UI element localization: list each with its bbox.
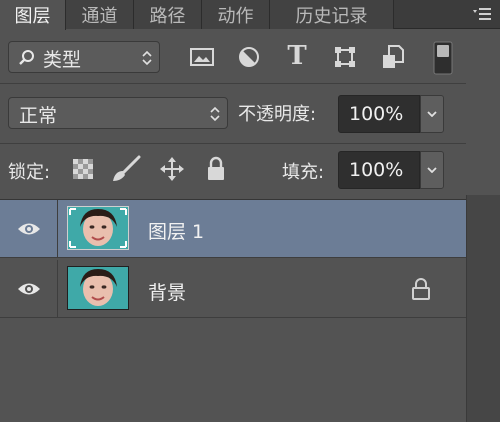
updown-chevron-icon — [209, 105, 221, 123]
divider — [0, 83, 466, 84]
lock-transparent-icon[interactable] — [72, 158, 94, 180]
chevron-down-icon — [427, 167, 437, 173]
visibility-toggle[interactable] — [0, 260, 58, 317]
fill-value: 100% — [349, 159, 404, 181]
tab-label: 路径 — [149, 5, 186, 27]
type-filter-icon[interactable]: T — [284, 41, 310, 71]
layer-name[interactable]: 图层 1 — [148, 217, 204, 244]
fill-input[interactable]: 100% — [338, 151, 420, 189]
layers-scrollbar[interactable] — [466, 195, 500, 422]
opacity-value: 100% — [349, 103, 404, 125]
eye-icon — [17, 221, 41, 237]
layer-row[interactable]: 背景 — [0, 260, 466, 318]
fill-dropdown-button[interactable] — [420, 151, 444, 189]
chevron-down-icon — [427, 111, 437, 117]
opacity-input[interactable]: 100% — [338, 95, 420, 133]
blend-mode-value: 正常 — [19, 105, 58, 127]
layer-lock-icon — [410, 277, 432, 301]
tab-history[interactable]: 历史记录 — [270, 0, 394, 29]
eye-icon — [17, 281, 41, 297]
tab-actions[interactable]: 动作 — [202, 0, 270, 29]
layer-row[interactable]: 图层 1 — [0, 200, 466, 258]
panel-tab-bar: 图层 通道 路径 动作 历史记录 — [0, 0, 500, 30]
opacity-label: 不透明度: — [238, 104, 317, 125]
opacity-dropdown-button[interactable] — [420, 95, 444, 133]
lock-label: 锁定: — [8, 162, 51, 183]
fill-label: 填充: — [282, 162, 325, 183]
layer-thumbnail[interactable] — [67, 266, 129, 310]
search-icon — [17, 48, 37, 68]
lock-all-icon[interactable] — [204, 155, 228, 183]
smart-object-filter-icon[interactable] — [380, 43, 406, 71]
layer-name[interactable]: 背景 — [148, 278, 186, 305]
filter-toggle-icon[interactable] — [432, 40, 454, 76]
filter-kind-label: 类型 — [43, 49, 82, 71]
tab-label: 通道 — [81, 5, 118, 27]
tab-channels[interactable]: 通道 — [66, 0, 134, 29]
updown-chevron-icon — [141, 49, 153, 67]
divider — [0, 143, 466, 144]
image-filter-icon[interactable] — [188, 44, 216, 70]
visibility-toggle[interactable] — [0, 200, 58, 257]
shape-filter-icon[interactable] — [332, 44, 358, 70]
panel-menu-icon[interactable] — [470, 4, 494, 24]
tab-label: 动作 — [217, 5, 254, 27]
layer-thumbnail[interactable] — [67, 206, 129, 250]
tab-paths[interactable]: 路径 — [134, 0, 202, 29]
blend-mode-dropdown[interactable]: 正常 — [8, 97, 228, 129]
adjustment-filter-icon[interactable] — [236, 44, 262, 70]
lock-image-icon[interactable] — [110, 154, 142, 184]
tab-label: 图层 — [14, 6, 51, 27]
lock-position-icon[interactable] — [158, 155, 186, 183]
filter-kind-dropdown[interactable]: 类型 — [8, 41, 160, 73]
tab-label: 历史记录 — [295, 5, 368, 27]
tab-layers[interactable]: 图层 — [0, 0, 66, 30]
